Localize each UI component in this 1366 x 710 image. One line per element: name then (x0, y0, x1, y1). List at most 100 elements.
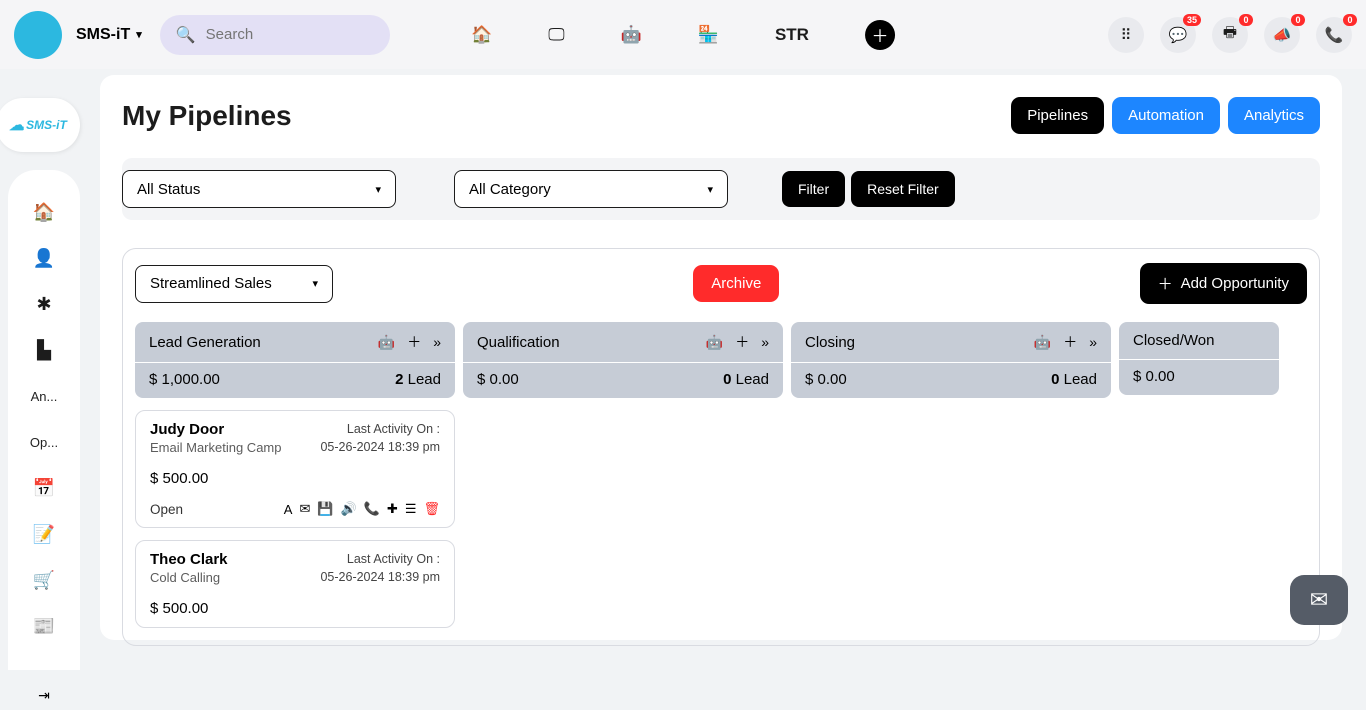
category-select[interactable]: All Category ▾ (454, 170, 728, 208)
nav-calendar-icon[interactable]: 📅 (8, 472, 80, 504)
tab-pipelines[interactable]: Pipelines (1011, 97, 1104, 134)
page-tabs: Pipelines Automation Analytics (1011, 97, 1320, 134)
stage-col: Lead Generation 🤖 ＋ » $ 1,000.00 2 Lead (135, 322, 455, 628)
list-icon[interactable]: ☰ (405, 501, 417, 517)
logo-badge[interactable]: ☁SMS-iT (0, 98, 80, 152)
reset-filter-button[interactable]: Reset Filter (851, 171, 955, 207)
stage-count: 0 (1051, 371, 1059, 388)
cloud-icon: ☁ (9, 116, 24, 134)
print-button[interactable]: 🖶 0 (1212, 17, 1248, 53)
stage-header: Closing 🤖 ＋ » (791, 322, 1111, 362)
phone-icon[interactable]: 📞 (364, 501, 380, 517)
stage-sub: $ 0.00 0 Lead (463, 363, 783, 398)
title-bar: My Pipelines Pipelines Automation Analyt… (122, 97, 1320, 134)
logo-text: SMS-iT (26, 118, 67, 132)
card-amount: $ 500.00 (150, 600, 440, 617)
pipeline-header: Streamlined Sales ▾ Archive ＋ Add Opport… (135, 263, 1307, 304)
nav-user-icon[interactable]: 👤 (8, 242, 80, 274)
print-badge: 0 (1239, 14, 1253, 26)
tab-automation[interactable]: Automation (1112, 97, 1220, 134)
status-select[interactable]: All Status ▾ (122, 170, 396, 208)
nav-home-icon[interactable]: 🏠 (8, 196, 80, 228)
robot-icon[interactable]: 🤖 (706, 334, 723, 351)
brand-switcher[interactable]: SMS-iT ▾ (76, 26, 142, 44)
card-activity-date: 05-26-2024 18:39 pm (320, 439, 440, 457)
stage-sub: $ 0.00 (1119, 360, 1279, 395)
stage-col: Closed/Won $ 0.00 (1119, 322, 1279, 628)
double-chevron-icon[interactable]: » (1089, 334, 1097, 350)
robot-icon[interactable]: 🤖 (1034, 334, 1051, 351)
tab-analytics[interactable]: Analytics (1228, 97, 1320, 134)
plus-icon[interactable]: ＋ (1063, 332, 1077, 352)
archive-button[interactable]: Archive (693, 265, 779, 302)
nav-news-icon[interactable]: 📰 (8, 610, 80, 642)
category-select-label: All Category (469, 181, 551, 198)
plus-square-icon[interactable]: ✚ (387, 501, 398, 517)
pipeline-box: Streamlined Sales ▾ Archive ＋ Add Opport… (122, 248, 1320, 646)
opportunity-card[interactable]: Judy Door Email Marketing Camp Last Acti… (135, 410, 455, 528)
filter-button[interactable]: Filter (782, 171, 845, 207)
stage-title: Lead Generation (149, 334, 261, 351)
card-activity-label: Last Activity On : (320, 421, 440, 439)
search-box[interactable]: 🔍 (160, 15, 390, 55)
main-panel: My Pipelines Pipelines Automation Analyt… (100, 75, 1342, 640)
chevron-down-icon: ▾ (136, 28, 142, 41)
phone-badge: 0 (1343, 14, 1357, 26)
stage-lead: Lead (1064, 371, 1097, 388)
envelope-icon[interactable]: ✉ (299, 501, 310, 517)
save-icon[interactable]: 💾 (317, 501, 333, 517)
chat-icon: 💬 (1169, 26, 1188, 44)
nav-item-op[interactable]: Op... (8, 426, 80, 458)
plus-icon[interactable]: ＋ (407, 332, 421, 352)
bull-badge: 0 (1291, 14, 1305, 26)
stage-col: Closing 🤖 ＋ » $ 0.00 0 Lead (791, 322, 1111, 628)
bullhorn-icon: 📣 (1273, 26, 1292, 44)
phone-button[interactable]: 📞 0 (1316, 17, 1352, 53)
add-opportunity-button[interactable]: ＋ Add Opportunity (1140, 263, 1307, 304)
stage-amount: $ 0.00 (477, 371, 519, 388)
card-activity-label: Last Activity On : (320, 551, 440, 569)
sound-icon[interactable]: 🔊 (341, 501, 357, 517)
nav-note-icon[interactable]: 📝 (8, 518, 80, 550)
add-opp-label: Add Opportunity (1181, 275, 1289, 292)
filter-bar: All Status ▾ All Category ▾ Filter Reset… (122, 158, 1320, 220)
chat-button[interactable]: 💬 35 (1160, 17, 1196, 53)
str-link[interactable]: STR (775, 25, 809, 45)
add-circle-button[interactable]: ＋ (865, 20, 895, 50)
desktop-icon[interactable]: 🖵 (548, 25, 564, 45)
plus-icon[interactable]: ＋ (735, 332, 749, 352)
support-chat-button[interactable]: ✉ (1290, 575, 1348, 625)
opportunity-card[interactable]: Theo Clark Cold Calling Last Activity On… (135, 540, 455, 628)
stage-count: 0 (723, 371, 731, 388)
nav-cart-icon[interactable]: 🛒 (8, 564, 80, 596)
announce-button[interactable]: 📣 0 (1264, 17, 1300, 53)
stage-col: Qualification 🤖 ＋ » $ 0.00 0 Lead (463, 322, 783, 628)
card-amount: $ 500.00 (150, 470, 440, 487)
double-chevron-icon[interactable]: » (761, 334, 769, 350)
card-source: Cold Calling (150, 570, 228, 585)
nav-item-an[interactable]: An... (8, 380, 80, 412)
top-center-nav: 🏠 🖵 🤖 🏪 STR ＋ (471, 20, 895, 50)
nav-expand-icon[interactable]: ⇥ (8, 680, 80, 710)
left-nav: 🏠 👤 ✱ ▙ An... Op... 📅 📝 🛒 📰 ⇥ (8, 170, 80, 670)
search-input[interactable] (206, 26, 374, 43)
pipeline-select[interactable]: Streamlined Sales ▾ (135, 265, 333, 303)
home-icon[interactable]: 🏠 (471, 25, 492, 45)
chat-badge: 35 (1183, 14, 1201, 26)
avatar[interactable] (14, 11, 62, 59)
top-bar: SMS-iT ▾ 🔍 🏠 🖵 🤖 🏪 STR ＋ ⠿ 💬 35 🖶 0 📣 0 … (0, 0, 1366, 69)
stages-row: Lead Generation 🤖 ＋ » $ 1,000.00 2 Lead (135, 322, 1307, 628)
store-icon[interactable]: 🏪 (698, 25, 719, 45)
trash-icon[interactable]: 🗑 (423, 501, 440, 517)
status-select-label: All Status (137, 181, 200, 198)
nav-steps-icon[interactable]: ▙ (8, 334, 80, 366)
double-chevron-icon[interactable]: » (433, 334, 441, 350)
nav-network-icon[interactable]: ✱ (8, 288, 80, 320)
card-status: Open (150, 502, 183, 517)
robot-icon[interactable]: 🤖 (378, 334, 395, 351)
text-icon[interactable]: A (284, 502, 293, 517)
stage-lead: Lead (736, 371, 769, 388)
robot-icon[interactable]: 🤖 (621, 25, 642, 45)
apps-grid-button[interactable]: ⠿ (1108, 17, 1144, 53)
plus-icon: ＋ (1158, 273, 1173, 294)
